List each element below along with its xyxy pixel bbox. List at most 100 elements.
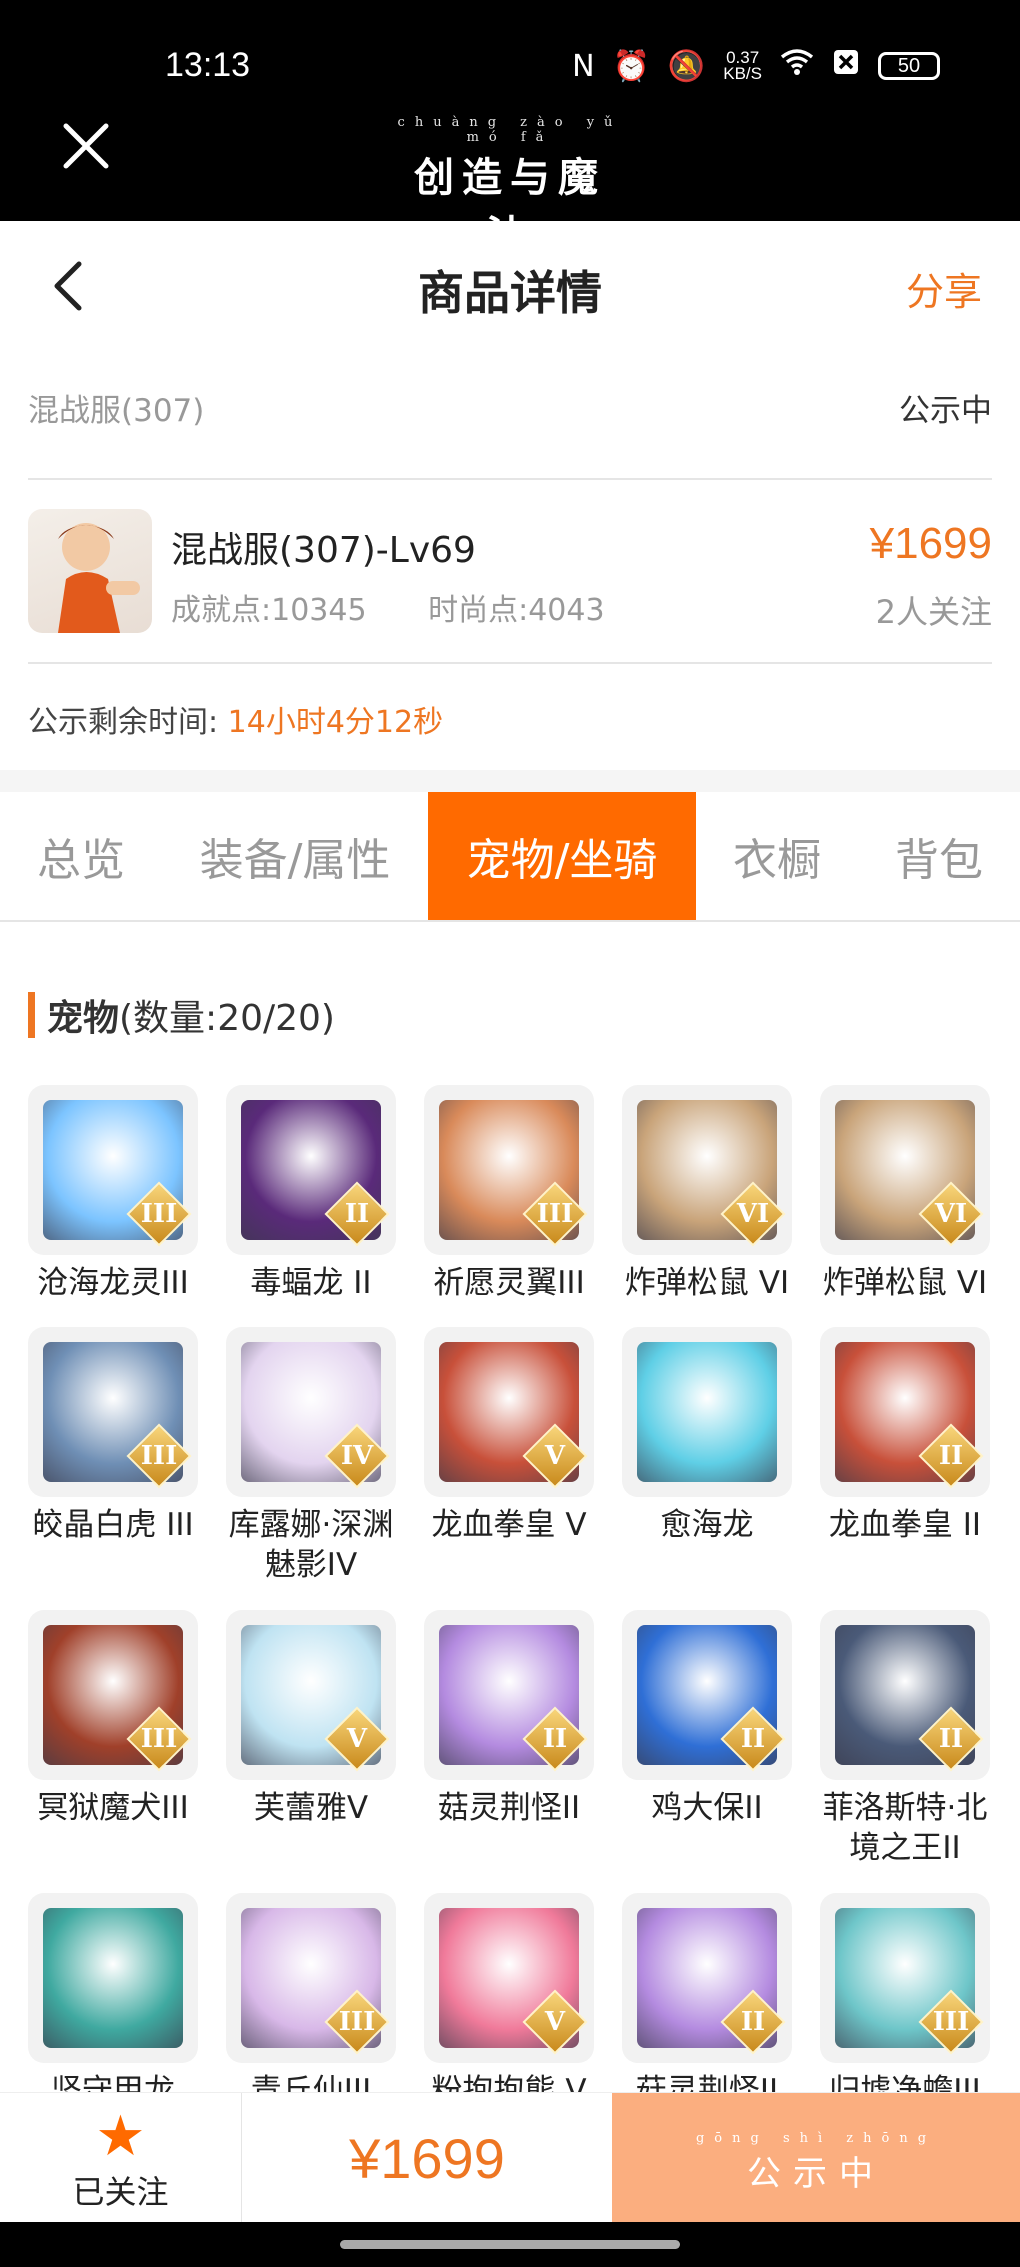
pet-item[interactable]: III 冥狱魔犬III [28,1610,198,1828]
avatar [28,509,152,633]
product-name: 混战服(307)-Lv69 [171,530,476,571]
pet-image: II [226,1085,396,1255]
pet-item[interactable]: V 粉抱抱熊 V [424,1893,594,2111]
bottom-price: ¥1699 [349,2126,505,2190]
pet-item[interactable]: II 菇灵荆怪II [622,1893,792,2111]
pet-name: 皎晶白虎 III [32,1507,194,1543]
section-title: 宠物 (数量:20/20) [28,990,335,1040]
pet-item[interactable]: VI 炸弹松鼠 VI [820,1085,990,1303]
pet-name: 炸弹松鼠 VI [624,1265,790,1301]
tab-equipment[interactable]: 装备/属性 [162,792,428,920]
follow-label: 已关注 [72,2173,169,2211]
alarm-icon: ⏰ [612,48,650,84]
rank-badge-text: II [740,1724,766,1754]
tab-backpack[interactable]: 背包 [858,792,1020,920]
pet-name: 沧海龙灵III [37,1265,189,1301]
tab-bar: 总览 装备/属性 宠物/坐骑 衣橱 背包 [0,792,1020,922]
nfc-icon: N [572,48,595,84]
remaining-time: 公示剩余时间: 14小时4分12秒 [28,697,443,741]
battery-icon: 50 [878,52,940,80]
tab-pets[interactable]: 宠物/坐骑 [428,792,696,920]
fashion-points: 时尚点:4043 [428,593,605,628]
pet-item[interactable]: II 毒蝠龙 II [226,1085,396,1303]
pet-name: 祈愿灵翼III [433,1265,585,1301]
pet-item[interactable]: II 菇灵荆怪II [424,1610,594,1828]
pet-image: III [28,1085,198,1255]
server-name: 混战服(307) [28,393,205,429]
pet-item[interactable]: II 菲洛斯特·北境之王II [820,1610,990,1868]
rank-badge-text: III [338,2007,376,2037]
pet-item[interactable]: III 祈愿灵翼III [424,1085,594,1303]
server-row: 混战服(307) 公示中 [28,385,992,445]
rank-badge-text: IV [340,1441,374,1471]
follower-count: 2人关注 [875,593,992,631]
pet-image: II [820,1610,990,1780]
pet-image: IV [226,1327,396,1497]
tab-overview[interactable]: 总览 [0,792,162,920]
pet-name: 毒蝠龙 II [250,1265,372,1301]
pet-name: 龙血拳皇 V [431,1507,587,1543]
pet-name: 炸弹松鼠 VI [822,1265,988,1301]
pet-image: II [622,1610,792,1780]
divider [28,662,992,664]
pet-image: III [424,1085,594,1255]
pet-item[interactable]: II 鸡大保II [622,1610,792,1828]
pet-image [28,1893,198,2063]
pet-item[interactable]: III 青丘仙III [226,1893,396,2111]
product-price: ¥1699 [869,519,992,568]
pet-image: V [424,1327,594,1497]
home-gesture-handle[interactable] [340,2240,680,2249]
rank-badge-text: III [140,1199,178,1229]
rank-badge-text: II [344,1199,370,1229]
pet-name: 菲洛斯特·北境之王II [822,1790,988,1866]
rank-badge-text: III [536,1199,574,1229]
divider [28,478,992,480]
bottom-action-bar: ★ 已关注 ¥1699 gōng shì zhōng 公示中 [0,2092,1020,2223]
follow-button[interactable]: ★ 已关注 [0,2093,242,2223]
page-title: 商品详情 [418,266,602,320]
pet-item[interactable]: 坚守甲龙 [28,1893,198,2111]
publicity-button[interactable]: gōng shì zhōng 公示中 [612,2093,1020,2223]
rank-badge-text: V [544,1441,566,1471]
logo-pinyin: chuàng zào yǔ mó fǎ [397,115,623,145]
share-button[interactable]: 分享 [906,261,982,316]
pet-item[interactable]: III 归墟净蟾III [820,1893,990,2111]
pet-item[interactable]: 愈海龙 [622,1327,792,1545]
rank-badge-text: VI [934,1199,968,1229]
rank-badge-text: V [346,1724,368,1754]
rank-badge-text: VI [736,1199,770,1229]
pet-name: 菇灵荆怪II [437,1790,581,1826]
pet-name: 愈海龙 [660,1507,754,1543]
pet-item[interactable]: III 皎晶白虎 III [28,1327,198,1545]
rank-badge-text: II [542,1724,568,1754]
sim-off-icon [832,48,860,84]
rank-badge-text: III [140,1441,178,1471]
pet-image: II [820,1327,990,1497]
network-speed: 0.37 KB/S [723,49,762,83]
net-speed-unit: KB/S [723,64,762,83]
pet-art [43,1908,183,2048]
pet-image: III [28,1327,198,1497]
product-stats: 成就点:10345 时尚点:4043 [171,585,657,629]
section-count: (数量:20/20) [119,998,335,1039]
pet-image: III [820,1893,990,2063]
pet-item[interactable]: V 龙血拳皇 V [424,1327,594,1545]
tab-wardrobe[interactable]: 衣橱 [696,792,858,920]
pet-item[interactable]: V 芙蕾雅V [226,1610,396,1828]
achievement-points: 成就点:10345 [171,593,367,628]
pet-name: 龙血拳皇 II [828,1507,982,1543]
rank-badge-text: II [938,1724,964,1754]
close-icon[interactable] [58,118,114,174]
mute-icon: 🔕 [667,48,706,84]
pet-item[interactable]: III 沧海龙灵III [28,1085,198,1303]
rank-badge-text: V [544,2007,566,2037]
pet-image: II [424,1610,594,1780]
pet-item[interactable]: IV 库露娜·深渊魅影IV [226,1327,396,1585]
pet-item[interactable]: II 龙血拳皇 II [820,1327,990,1545]
remaining-value: 14小时4分12秒 [227,705,444,740]
status-time: 13:13 [165,46,251,84]
pet-item[interactable]: VI 炸弹松鼠 VI [622,1085,792,1303]
section-title-text: 宠物 [47,998,120,1039]
pet-image: II [622,1893,792,2063]
rank-badge-text: II [740,2007,766,2037]
